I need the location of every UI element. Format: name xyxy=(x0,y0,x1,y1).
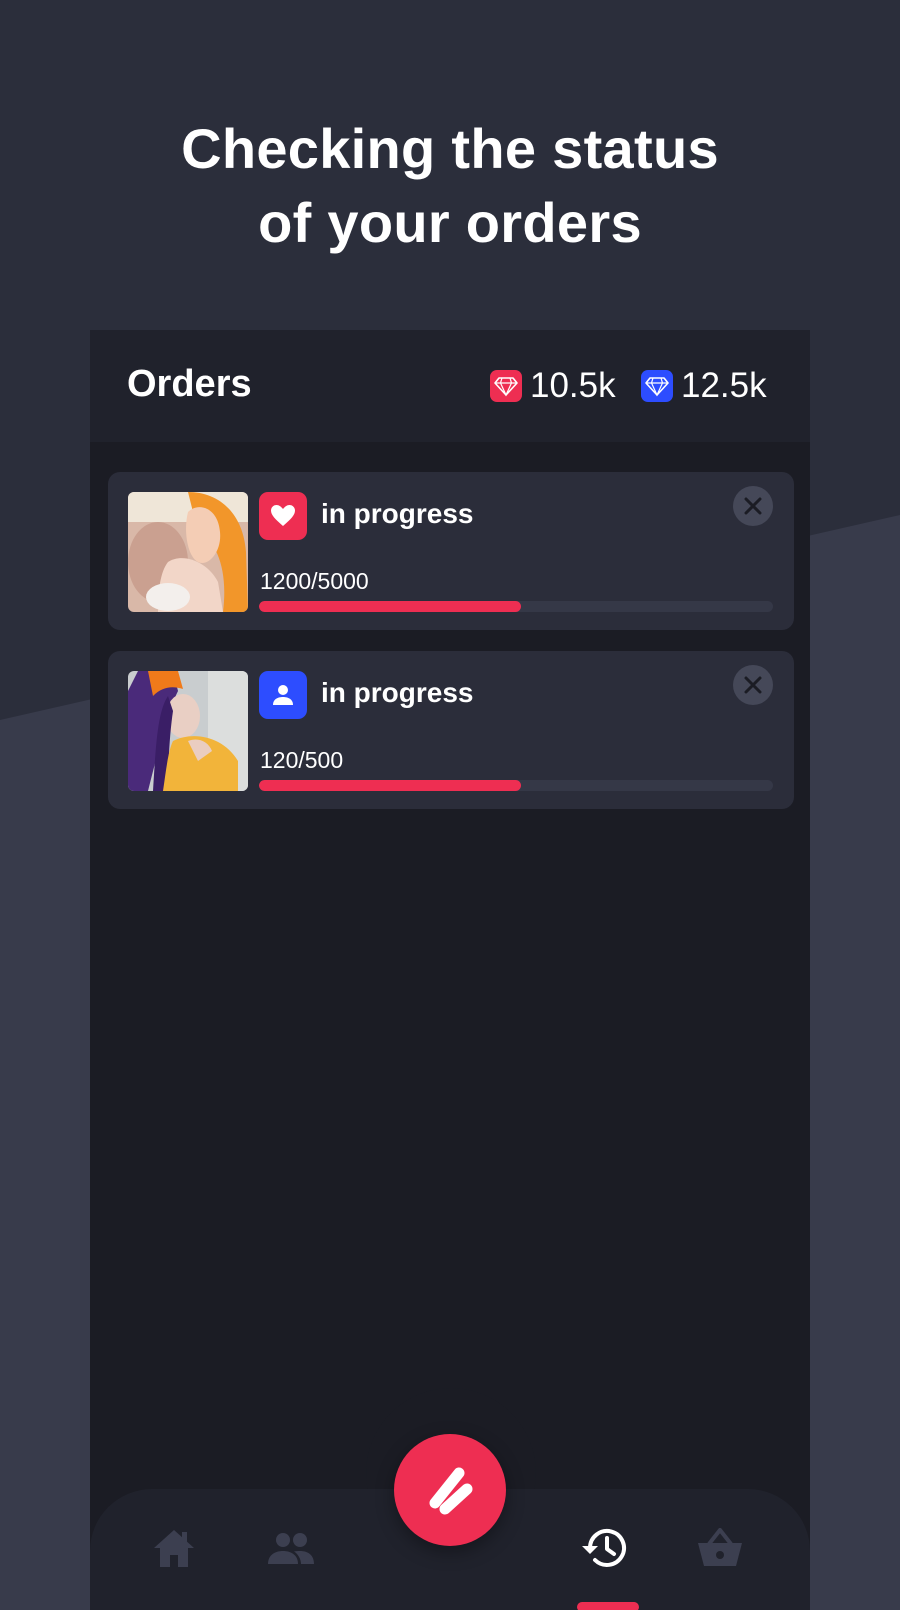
blue-gem-icon xyxy=(641,370,673,402)
tab-friends[interactable] xyxy=(261,1518,321,1578)
active-tab-indicator xyxy=(577,1602,639,1610)
headline-line-2: of your orders xyxy=(258,191,642,254)
order-status: in progress xyxy=(321,677,474,708)
order-card[interactable]: in progress 1200/5000 xyxy=(108,472,794,630)
ruby-balance[interactable]: 10.5k xyxy=(490,366,616,405)
user-icon xyxy=(273,685,293,705)
tab-home[interactable] xyxy=(144,1518,204,1578)
order-thumbnail xyxy=(128,492,248,612)
sapphire-balance-value: 12.5k xyxy=(681,366,767,405)
like-type-badge xyxy=(259,492,307,540)
orders-header: Orders 10.5k 12.5k xyxy=(90,330,810,442)
orders-title: Orders xyxy=(127,363,252,405)
headline-line-1: Checking the status xyxy=(181,117,719,180)
sapphire-balance[interactable]: 12.5k xyxy=(641,366,767,405)
app-screen: Orders 10.5k 12.5k in progress 1200/5000… xyxy=(90,330,810,1610)
close-icon xyxy=(744,497,762,515)
headline: Checking the status of your orders xyxy=(0,112,900,260)
order-progress-bar xyxy=(259,601,773,612)
order-progress-bar xyxy=(259,780,773,791)
tab-shop[interactable] xyxy=(690,1518,750,1578)
order-count: 120/500 xyxy=(260,747,344,773)
cancel-order-button[interactable] xyxy=(733,486,773,526)
basket-icon xyxy=(698,1528,742,1566)
order-status: in progress xyxy=(321,498,474,529)
heart-icon xyxy=(271,505,295,526)
order-card[interactable]: in progress 120/500 xyxy=(108,651,794,809)
order-count: 1200/5000 xyxy=(260,568,369,594)
close-icon xyxy=(744,676,762,694)
app-logo-icon xyxy=(429,1467,473,1515)
tab-history[interactable] xyxy=(575,1518,635,1578)
home-icon xyxy=(154,1530,194,1567)
ruby-gem-icon xyxy=(490,370,522,402)
people-icon xyxy=(268,1533,314,1564)
cancel-order-button[interactable] xyxy=(733,665,773,705)
order-progress-fill xyxy=(259,780,522,791)
order-progress-fill xyxy=(259,601,522,612)
follower-type-badge xyxy=(259,671,307,719)
ruby-balance-value: 10.5k xyxy=(530,366,616,405)
history-icon xyxy=(582,1528,626,1567)
center-action-button[interactable] xyxy=(394,1434,506,1546)
order-thumbnail xyxy=(128,671,248,791)
